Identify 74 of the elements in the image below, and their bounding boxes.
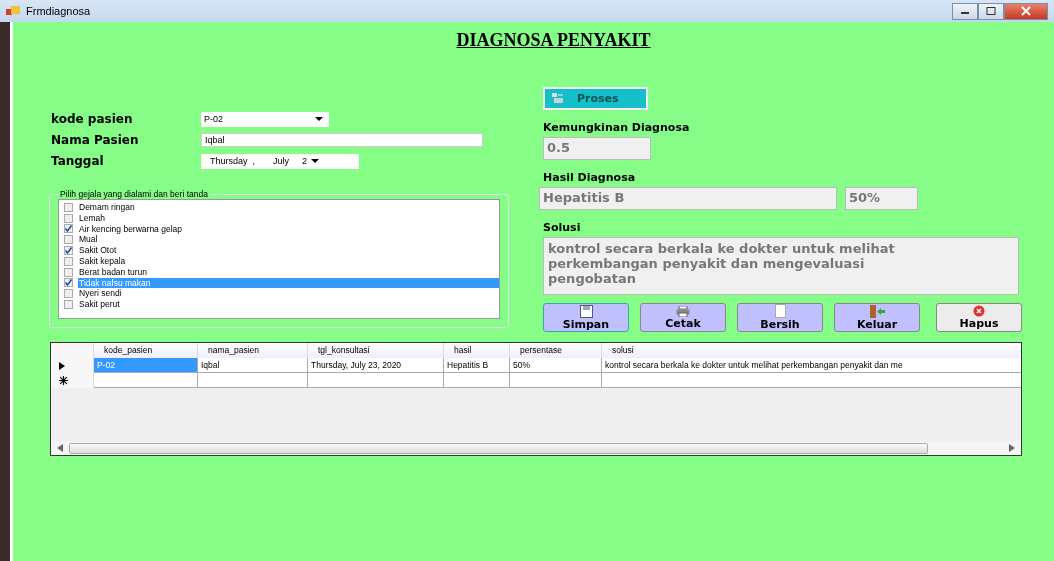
current-row-icon [59, 361, 65, 370]
action-button[interactable]: Hapus [936, 303, 1022, 332]
table-cell: Iqbal [198, 358, 308, 373]
column-header[interactable]: kode_pasien [94, 343, 198, 358]
window-title: Frmdiagnosa [26, 5, 91, 17]
checkbox[interactable] [64, 224, 73, 234]
kemungkinan-label: Kemungkinan Diagnosa [543, 121, 691, 134]
action-button[interactable]: Bersih [737, 303, 823, 332]
action-button[interactable]: Cetak [640, 303, 726, 332]
solusi-field: kontrol secara berkala ke dokter untuk melihat perkembangan penyakit dan mengevaluasi pengobatan [543, 237, 1019, 295]
symptom-item[interactable]: Berat badan turun [78, 266, 499, 278]
checkbox[interactable] [64, 300, 73, 310]
delete-icon [973, 305, 985, 317]
column-header[interactable]: hasil [444, 343, 510, 358]
symptom-item[interactable]: Air kencing berwarna gelap [78, 223, 499, 235]
form-icon [6, 5, 20, 17]
minimize-button[interactable] [952, 2, 978, 20]
checkbox[interactable] [64, 289, 73, 299]
blank-page-icon [774, 304, 786, 318]
table-cell: Thursday, July 23, 2020 [308, 358, 444, 373]
solusi-label: Solusi [543, 221, 582, 234]
scroll-thumb[interactable] [69, 442, 929, 454]
scroll-left-icon[interactable] [57, 444, 63, 452]
column-header[interactable]: persentase [510, 343, 602, 358]
new-row-icon [59, 376, 68, 385]
symptom-item[interactable]: Sakit perut [78, 299, 499, 310]
row-header[interactable] [51, 373, 94, 388]
caret-icon [311, 158, 320, 164]
checkbox[interactable] [64, 235, 73, 245]
symptom-item[interactable]: Sakit kepala [78, 256, 499, 267]
maximize-icon [986, 7, 996, 15]
kode-dropdown[interactable]: P-02 [201, 111, 329, 127]
machine-icon [551, 92, 565, 105]
percentage-field: 50% [845, 187, 918, 210]
checkbox[interactable] [64, 202, 73, 212]
kemungkinan-field: 0.5 [543, 137, 651, 160]
hasil-field: Hepatitis B [539, 187, 837, 210]
action-button[interactable]: Simpan [543, 303, 629, 332]
symptom-item[interactable]: Lemah [78, 212, 499, 224]
hasil-label: Hasil Diagnosa [543, 171, 637, 184]
close-icon [1021, 6, 1031, 16]
table-cell: kontrol secara berkala ke dokter untuk melihat perkembangan penyakit dan me [602, 358, 1021, 373]
scroll-right-icon[interactable] [1009, 444, 1015, 452]
maximize-button[interactable] [978, 2, 1004, 20]
caret-icon [315, 116, 323, 122]
printer-icon [676, 305, 690, 317]
symptom-item[interactable]: Demam ringan [78, 202, 499, 213]
tanggal-label: Tanggal [51, 154, 105, 168]
action-button[interactable]: Keluar [834, 303, 920, 332]
proses-button[interactable]: Proses [543, 87, 648, 110]
nama-field[interactable]: Iqbal [201, 133, 483, 147]
table-cell [444, 373, 510, 388]
table-cell: Hepatitis B [444, 358, 510, 373]
checkbox[interactable] [64, 256, 73, 266]
kode-label: kode pasien [51, 112, 134, 126]
date-picker[interactable]: Thursday , July 2 [201, 153, 359, 169]
form-heading: DIAGNOSA PENYAKIT [455, 30, 652, 51]
column-header[interactable]: nama_pasien [198, 343, 308, 358]
column-header[interactable]: tgl_konsultasi [308, 343, 444, 358]
horizontal-scrollbar[interactable] [51, 441, 1021, 455]
symptom-item[interactable]: Sakit Otot [78, 245, 499, 256]
checkbox[interactable] [64, 278, 73, 288]
checkbox[interactable] [64, 246, 73, 256]
table-cell: P-02 [94, 358, 198, 373]
door-exit-icon [869, 304, 885, 318]
group-title: Pilih gejala yang dialami dan beri tanda [59, 189, 209, 199]
symptom-item[interactable]: Mual [78, 234, 499, 246]
symptom-item[interactable]: Nyeri sendi [78, 288, 499, 300]
checkbox[interactable] [64, 213, 73, 223]
close-button[interactable] [1004, 2, 1048, 20]
table-cell: 50% [510, 358, 602, 373]
column-header[interactable]: solusi [602, 343, 1021, 358]
checkbox[interactable] [64, 267, 73, 277]
nama-label: Nama Pasien [51, 133, 140, 147]
